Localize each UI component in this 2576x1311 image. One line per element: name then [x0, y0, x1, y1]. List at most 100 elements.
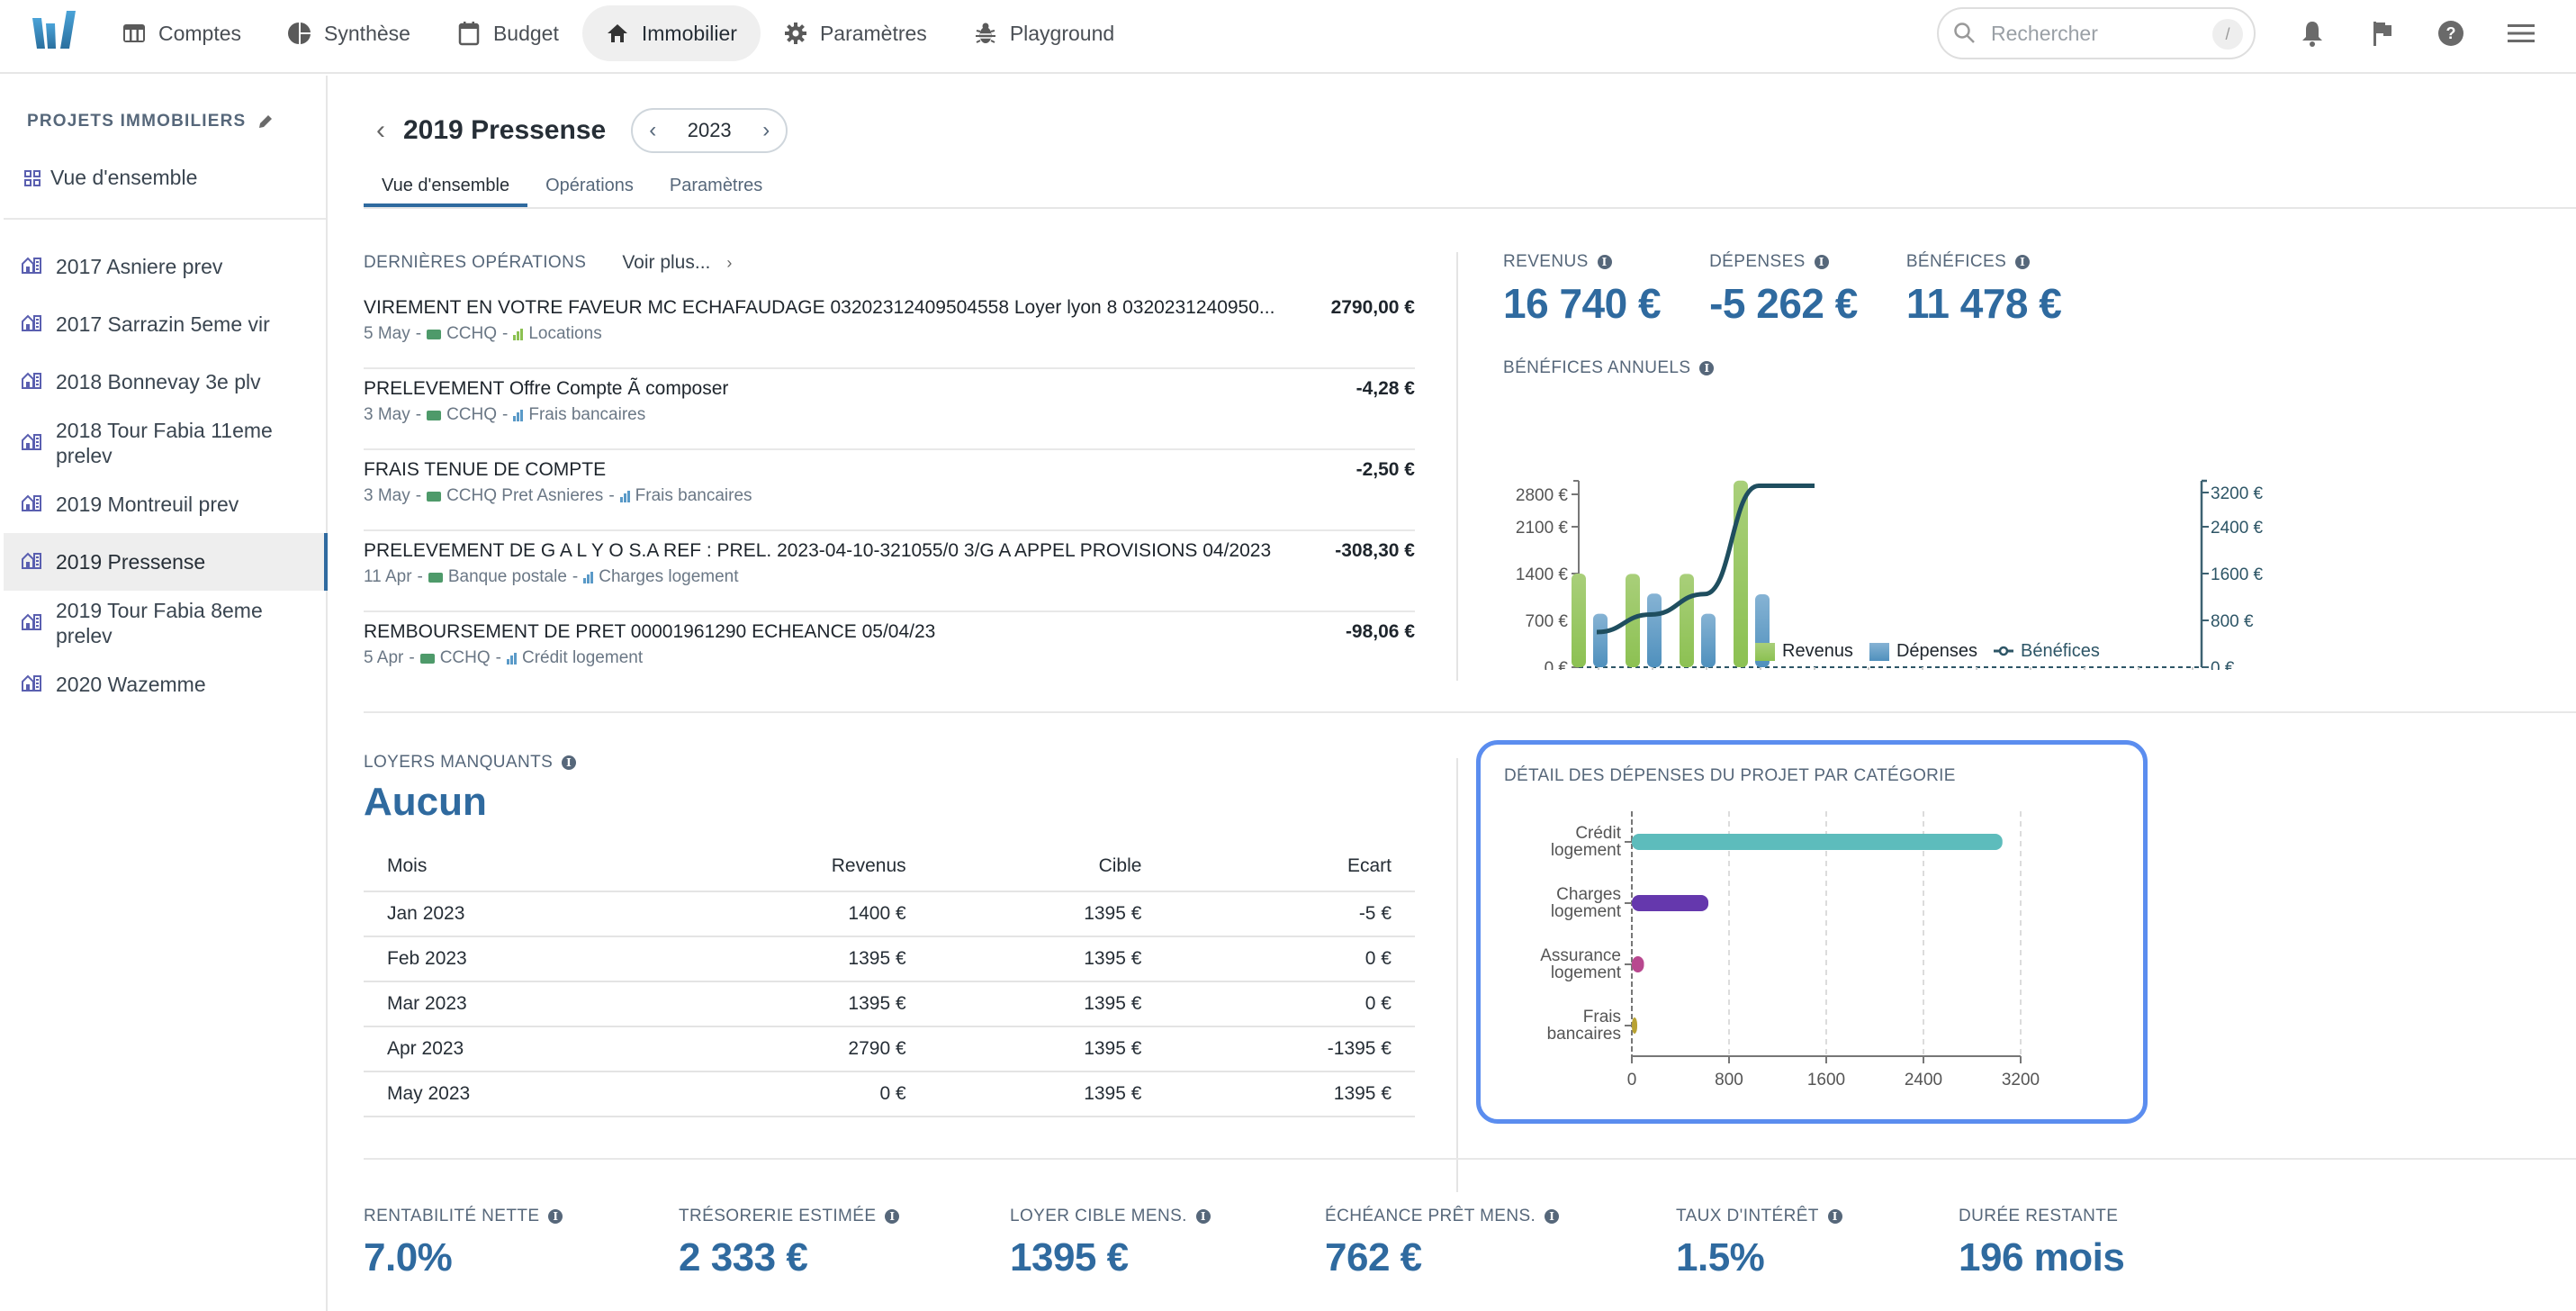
- stat-value: 2 333 €: [679, 1235, 808, 1279]
- sidebar-project-item[interactable]: 2017 Asniere prev: [4, 238, 328, 295]
- separator: -: [502, 405, 509, 424]
- table-cell: -1395 €: [1165, 1026, 1415, 1072]
- tab-settings[interactable]: Paramètres: [652, 166, 780, 205]
- table-cell: 0 €: [655, 1071, 930, 1117]
- legend-item-revenus[interactable]: Revenus: [1755, 641, 1853, 662]
- column-header: Revenus: [655, 841, 930, 892]
- see-more-link[interactable]: Voir plus... ›: [622, 252, 732, 274]
- search-input[interactable]: [1991, 21, 2198, 46]
- nav-item-synthese[interactable]: Synthèse: [265, 5, 434, 61]
- bell-icon[interactable]: [2297, 18, 2328, 49]
- table-row: Mar 2023 1395 €1395 €0 €: [364, 981, 1415, 1027]
- sidebar-project-item[interactable]: 2018 Tour Fabia 11eme prelev: [4, 411, 328, 475]
- category-bars-icon: [513, 328, 524, 340]
- right-axis-tick-label: 800 €: [2211, 612, 2254, 631]
- table-cell: Jan 2023: [364, 891, 656, 937]
- see-more-label: Voir plus...: [622, 252, 711, 273]
- stat-label: TRÉSORERIE ESTIMÉE: [679, 1207, 877, 1225]
- operation-account: CCHQ Pret Asnieres: [446, 486, 604, 505]
- x-axis-tick-label: 3200: [2002, 1071, 2040, 1089]
- separator: -: [415, 486, 422, 505]
- info-icon[interactable]: i: [1814, 255, 1829, 269]
- stat-label: TAUX D'INTÉRÊT: [1676, 1207, 1819, 1225]
- chevron-right-icon: ›: [726, 253, 733, 272]
- edit-pencil-icon[interactable]: [257, 113, 275, 131]
- app-logo-icon[interactable]: [31, 9, 77, 52]
- sidebar-item-label: 2019 Montreuil prev: [56, 492, 239, 516]
- sidebar-project-item[interactable]: 2019 Tour Fabia 8eme prelev: [4, 591, 328, 656]
- operation-row[interactable]: FRAIS TENUE DE COMPTE -2,50 €3 May - CCHQ P…: [364, 450, 1415, 531]
- help-icon[interactable]: ?: [2436, 18, 2466, 49]
- sidebar-project-item[interactable]: 2019 Montreuil prev: [4, 475, 328, 533]
- info-icon[interactable]: i: [1597, 255, 1612, 269]
- operation-row[interactable]: VIREMENT EN VOTRE FAVEUR MC ECHAFAUDAGE …: [364, 288, 1415, 369]
- flag-icon[interactable]: [2367, 18, 2398, 49]
- operation-row[interactable]: REMBOURSEMENT DE PRET 00001961290 ECHEAN…: [364, 612, 1415, 693]
- left-axis-tick-label: 0 €: [1545, 659, 1569, 670]
- sidebar-project-item[interactable]: 2020 Wazemme: [4, 656, 328, 713]
- home-icon: [606, 22, 629, 45]
- nav-item-playground[interactable]: Playground: [950, 5, 1138, 61]
- table-row: Feb 2023 1395 €1395 €0 €: [364, 936, 1415, 982]
- expense-category-card[interactable]: DÉTAIL DES DÉPENSES DU PROJET PAR CATÉGO…: [1476, 740, 2148, 1124]
- tab-overview[interactable]: Vue d'ensemble: [364, 166, 528, 207]
- category-label: Crédit: [1575, 824, 1621, 843]
- category-bar: [1632, 895, 1709, 911]
- kpi-value: 11 478 €: [1905, 280, 2062, 327]
- sidebar-title: PROJETS IMMOBILIERS: [27, 112, 275, 131]
- sidebar-item-label: 2018 Tour Fabia 11eme prelev: [56, 419, 273, 467]
- sidebar-project-item[interactable]: 2018 Bonnevay 3e plv: [4, 353, 328, 411]
- category-label: logement: [1551, 841, 1622, 860]
- sidebar-item-overview[interactable]: Vue d'ensemble: [23, 166, 197, 190]
- info-icon[interactable]: i: [1827, 1209, 1842, 1224]
- nav-item-parametres[interactable]: Paramètres: [761, 5, 950, 61]
- next-year-button[interactable]: ›: [762, 118, 770, 143]
- nav-item-budget[interactable]: Budget: [434, 5, 582, 61]
- previous-year-button[interactable]: ‹: [649, 118, 656, 143]
- info-icon[interactable]: i: [1545, 1209, 1560, 1224]
- sidebar-project-item[interactable]: 2019 Pressense: [4, 533, 328, 591]
- operation-row[interactable]: PRELEVEMENT Offre Compte Ã composer -4,28…: [364, 369, 1415, 450]
- info-icon[interactable]: i: [1195, 1209, 1211, 1224]
- separator: -: [409, 648, 415, 667]
- missing-rents-title: LOYERS MANQUANTS: [364, 753, 554, 772]
- info-icon[interactable]: i: [1699, 361, 1715, 375]
- annual-chart-legend: Revenus Dépenses Bénéfices: [1755, 641, 2100, 662]
- stat-item: TRÉSORERIE ESTIMÉE i 2 333 €: [679, 1207, 1010, 1280]
- tabs-divider: [364, 207, 2576, 209]
- right-axis-tick-label: 2400 €: [2211, 519, 2264, 538]
- info-icon[interactable]: i: [2015, 255, 2031, 269]
- info-icon[interactable]: i: [548, 1209, 563, 1224]
- bank-account-icon: [419, 653, 435, 664]
- stat-label: RENTABILITÉ NETTE: [364, 1207, 540, 1225]
- right-axis-tick-label: 0 €: [2211, 659, 2235, 670]
- search-icon: [1954, 23, 1975, 43]
- legend-swatch: [1755, 642, 1775, 661]
- table-cell: 2790 €: [655, 1026, 930, 1072]
- category-bars-icon: [583, 571, 594, 583]
- operation-account: CCHQ: [439, 648, 491, 667]
- operation-row[interactable]: PRELEVEMENT DE G A L Y O S.A REF : PREL.…: [364, 531, 1415, 612]
- category-label: logement: [1551, 963, 1622, 982]
- building-icon: [22, 430, 41, 456]
- stat-value: 762 €: [1325, 1235, 1422, 1279]
- category-bar: [1632, 956, 1644, 972]
- legend-item-depenses[interactable]: Dépenses: [1869, 641, 1977, 662]
- back-chevron-icon[interactable]: ‹: [376, 115, 385, 146]
- info-icon[interactable]: i: [562, 755, 577, 770]
- legend-item-benefices[interactable]: Bénéfices: [1994, 641, 2100, 662]
- nav-item-comptes[interactable]: Comptes: [99, 5, 265, 61]
- column-header: Mois: [364, 841, 656, 892]
- sidebar-project-item[interactable]: 2017 Sarrazin 5eme vir: [4, 295, 328, 353]
- operation-account: CCHQ: [446, 324, 498, 343]
- table-cell: Feb 2023: [364, 936, 656, 982]
- x-axis-tick-label: 2400: [1905, 1071, 1942, 1089]
- table-cell: 0 €: [1165, 981, 1415, 1027]
- search-box[interactable]: /: [1937, 7, 2256, 59]
- tab-operations[interactable]: Opérations: [527, 166, 652, 205]
- menu-icon[interactable]: [2506, 18, 2536, 49]
- nav-item-immobilier[interactable]: Immobilier: [581, 5, 761, 61]
- operation-label: FRAIS TENUE DE COMPTE: [364, 459, 607, 480]
- info-icon[interactable]: i: [885, 1209, 900, 1224]
- table-cell: Apr 2023: [364, 1026, 656, 1072]
